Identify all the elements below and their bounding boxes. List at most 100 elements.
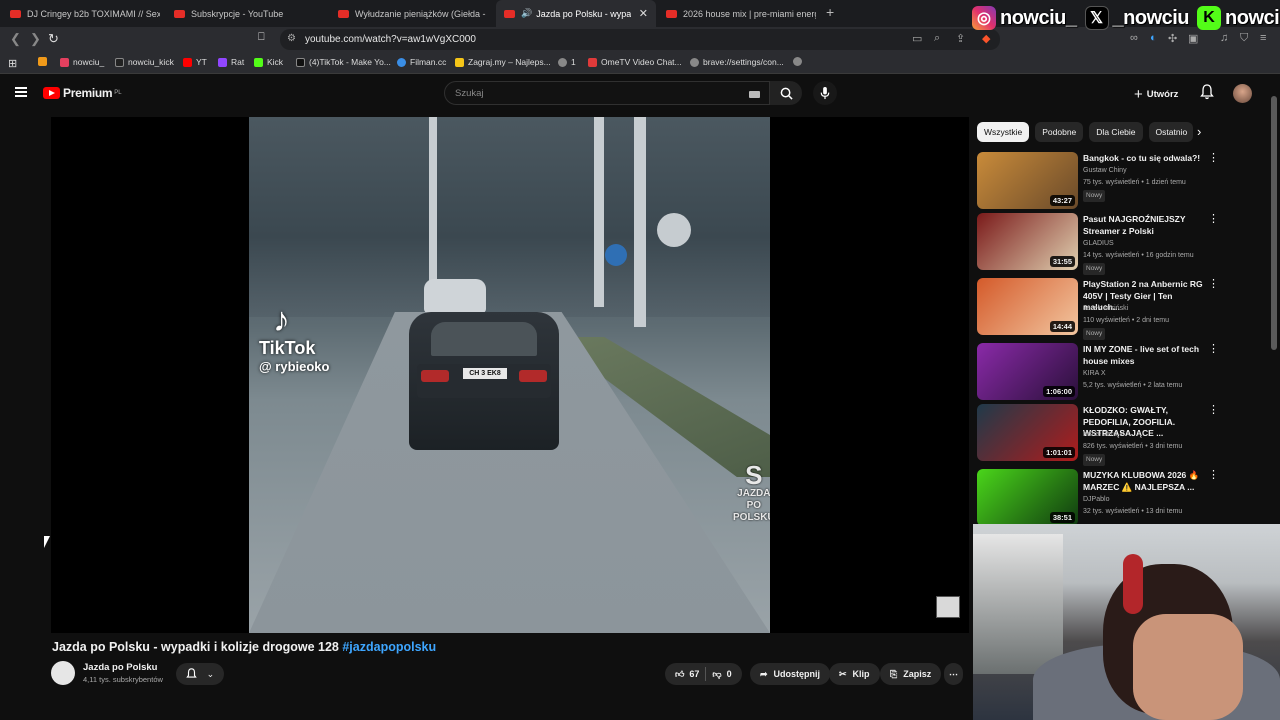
plus-icon: + [1134, 86, 1143, 103]
apps-grid-icon[interactable]: ⊞ [8, 57, 17, 70]
bookmark-item[interactable]: brave://settings/con... [690, 57, 784, 67]
save-button[interactable]: ⎘ Zapisz [880, 663, 942, 685]
kebab-menu-icon[interactable]: ⋮ [1208, 344, 1219, 355]
reload-icon[interactable]: ↻ [48, 31, 59, 47]
account-avatar[interactable] [1233, 84, 1252, 103]
page-scrollbar[interactable] [1271, 96, 1277, 350]
channel-name[interactable]: Jazda po Polsku [83, 662, 163, 673]
recommendation-meta: 5,2 tys. wyświetleń • 2 lata temu [1083, 382, 1183, 389]
forward-icon[interactable]: ❯ [30, 31, 41, 47]
create-button[interactable]: + Utwórz [1134, 86, 1178, 103]
video-player[interactable]: CH 3 EK8 ♪ TikTok @ rybieoko S JAZDA PO … [51, 117, 969, 633]
video-thumbnail[interactable]: 1:06:00 [977, 343, 1078, 400]
brave-shields-icon[interactable]: ◆ [982, 32, 990, 45]
bookmark-item[interactable]: nowciu_ [60, 57, 104, 67]
recommendation-item[interactable]: 1:06:00 IN MY ZONE - live set of tech ho… [977, 343, 1257, 401]
bookmark-item[interactable]: Zagraj.my – Najleps... [455, 57, 551, 67]
channel-avatar[interactable] [51, 661, 75, 685]
bookmark-item[interactable]: (4)TikTok - Make Yo... [296, 57, 391, 67]
bookmarks-bar: ⊞ nowciu_ nowciu_kick YT Rat Kick (4)Tik… [0, 52, 1280, 74]
zoom-icon[interactable]: ⌕ [934, 32, 940, 45]
dislike-button[interactable]: 👎︎ 0 [712, 669, 731, 680]
video-thumbnail[interactable]: 14:44 [977, 278, 1078, 335]
search-input[interactable]: Szukaj [444, 81, 770, 105]
recommendation-channel[interactable]: KIRA X [1083, 369, 1106, 379]
recommendation-channel[interactable]: DJPablo [1083, 495, 1109, 505]
recommendation-channel[interactable]: GLADIUS [1083, 239, 1114, 249]
sidebar-icon[interactable]: ▣ [1188, 32, 1198, 45]
subscription-bell-button[interactable]: ⌄ [176, 663, 224, 685]
recommendation-item[interactable]: 31:55 Pasut NAJGROŹNIEJSZY Streamer z Po… [977, 213, 1257, 275]
recommendation-item[interactable]: 38:51 MUZYKA KLUBOWA 2026 🔥 MARZEC ⚠️ NA… [977, 469, 1257, 527]
video-thumbnail[interactable]: 1:01:01 [977, 404, 1078, 461]
bookmark-item[interactable]: Filman.cc [397, 57, 446, 67]
kebab-menu-icon[interactable]: ⋮ [1208, 405, 1219, 416]
kebab-menu-icon[interactable]: ⋮ [1208, 214, 1219, 225]
hashtag-link[interactable]: #jazdapopolsku [342, 640, 436, 654]
clip-button[interactable]: ✂ Klip [829, 663, 880, 685]
bookmark-item[interactable]: 1 [558, 57, 576, 67]
kebab-menu-icon[interactable]: ⋮ [1208, 153, 1219, 164]
watermark-logo-icon: S [745, 460, 763, 490]
browser-tab[interactable]: Subskrypcje - YouTube [174, 0, 324, 27]
browser-tab[interactable]: DJ Cringey b2b TOXIMAMI // Sexpre... [10, 0, 160, 27]
bookmark-item[interactable]: OmeTV Video Chat... [588, 57, 682, 67]
video-thumbnail[interactable]: 31:55 [977, 213, 1078, 270]
bookmark-item[interactable]: YT [183, 57, 207, 67]
back-icon[interactable]: ❮ [10, 31, 21, 47]
more-actions-button[interactable]: ⋯ [944, 663, 963, 685]
extension-icon[interactable]: ◐ [1150, 32, 1157, 44]
close-tab-icon[interactable]: ✕ [631, 7, 656, 20]
recommendation-item[interactable]: 1:01:01 KŁODZKO: GWAŁTY, PEDOFILIA, ZOOF… [977, 404, 1257, 466]
music-icon[interactable]: ♫ [1220, 32, 1228, 44]
menu-icon[interactable]: ≡ [1260, 32, 1266, 44]
search-icon [780, 87, 793, 100]
bookmark-icon[interactable]: ⎕ [258, 31, 265, 44]
chip-for-you[interactable]: Dla Ciebie [1089, 122, 1143, 142]
video-thumbnail[interactable]: 43:27 [977, 152, 1078, 209]
new-tab-button[interactable]: + [826, 4, 834, 20]
recommendation-title[interactable]: Bangkok - co tu się odwala?! [1083, 153, 1208, 165]
cast-icon[interactable]: ▭ [912, 32, 922, 45]
video-frame[interactable]: CH 3 EK8 ♪ TikTok @ rybieoko S JAZDA PO … [249, 117, 770, 633]
like-button[interactable]: 👍︎ 67 [675, 669, 699, 680]
recommendation-item[interactable]: 14:44 PlayStation 2 na Anbernic RG 405V … [977, 278, 1257, 340]
bookmark-item[interactable]: Rat [218, 57, 244, 67]
extensions-icon[interactable]: ✣ [1168, 32, 1177, 45]
kebab-menu-icon[interactable]: ⋮ [1208, 279, 1219, 290]
notifications-button[interactable] [1200, 84, 1214, 105]
site-info-icon[interactable]: ⚙ [287, 33, 296, 44]
browser-tab-active[interactable]: 🔊Jazda po Polsku - wypadki i k...✕ [496, 0, 656, 27]
browser-tab[interactable]: 2026 house mix | pre-miami energy [666, 0, 816, 27]
bookmark-item[interactable]: nowciu_kick [115, 57, 174, 67]
chip-all[interactable]: Wszystkie [977, 122, 1030, 142]
bookmark-item[interactable] [793, 57, 806, 66]
chevron-right-icon[interactable]: › [1197, 124, 1201, 139]
recommendation-channel[interactable]: Jacek Jusiński [1083, 304, 1128, 314]
bookmark-folder-icon[interactable] [38, 57, 51, 66]
browser-tab[interactable]: Wyłudzanie pieniążków (Giełda - Od... [338, 0, 488, 27]
share-button[interactable]: ➦ Udostępnij [750, 663, 831, 685]
recommendation-title[interactable]: MUZYKA KLUBOWA 2026 🔥 MARZEC ⚠️ NAJLEPSZ… [1083, 470, 1208, 493]
recommendation-title[interactable]: IN MY ZONE - live set of tech house mixe… [1083, 344, 1208, 367]
url-field[interactable]: ⚙ youtube.com/watch?v=aw1wVgXC000 [280, 29, 1000, 50]
voice-search-button[interactable] [813, 81, 837, 105]
branding-watermark[interactable] [936, 596, 960, 618]
chip-recent[interactable]: Ostatnio [1148, 122, 1193, 142]
chip-related[interactable]: Podobne [1035, 122, 1084, 142]
share-icon[interactable]: ⇪ [956, 32, 965, 45]
recommendation-item[interactable]: 43:27 Bangkok - co tu się odwala?! Gusta… [977, 152, 1257, 210]
keyboard-icon[interactable] [749, 91, 760, 98]
search-button[interactable] [770, 81, 802, 105]
vpn-icon[interactable]: ∞ [1130, 32, 1138, 44]
bookmark-item[interactable]: Kick [254, 57, 283, 67]
recommendation-channel[interactable]: Kanał Zero ✔ [1083, 430, 1125, 440]
shield-icon[interactable]: ⛉ [1240, 32, 1248, 45]
recommendation-channel[interactable]: Gustaw Chiny [1083, 166, 1127, 176]
kebab-menu-icon[interactable]: ⋮ [1208, 470, 1219, 481]
youtube-premium-logo[interactable]: Premium PL [43, 86, 122, 100]
webcam-overlay [973, 524, 1280, 720]
hamburger-menu-icon[interactable] [15, 87, 27, 97]
video-thumbnail[interactable]: 38:51 [977, 469, 1078, 526]
recommendation-title[interactable]: Pasut NAJGROŹNIEJSZY Streamer z Polski [1083, 214, 1208, 237]
